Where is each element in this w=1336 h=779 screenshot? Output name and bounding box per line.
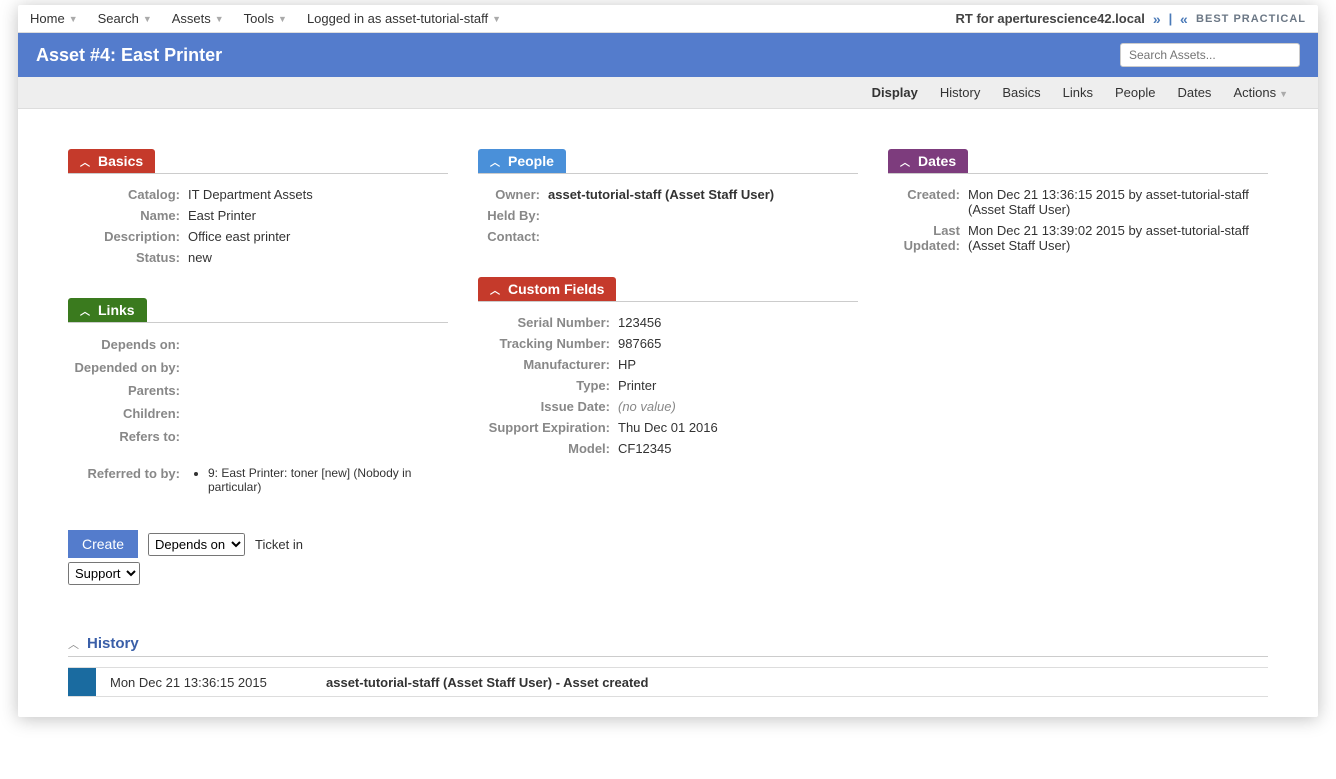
people-header[interactable]: ︿ People — [478, 149, 566, 173]
chevron-up-icon: ︿ — [490, 154, 500, 169]
history-title: History — [87, 635, 139, 652]
people-owner-value: asset-tutorial-staff (Asset Staff User) — [548, 187, 858, 202]
page-title: Asset #4: East Printer — [36, 45, 222, 66]
cf-type-label: Type: — [478, 378, 618, 393]
chevron-up-icon: ︿ — [80, 303, 90, 318]
cf-model-label: Model: — [478, 441, 618, 456]
links-panel: ︿ Links Depends on: Depended on by: Pare… — [68, 298, 448, 585]
double-chevron-icon: » — [1153, 11, 1161, 27]
subnav-actions[interactable]: Actions▼ — [1233, 85, 1288, 100]
referred-item[interactable]: 9: East Printer: toner [new] (Nobody in … — [208, 466, 448, 494]
queue-select[interactable]: Support — [68, 562, 140, 585]
dates-header[interactable]: ︿ Dates — [888, 149, 968, 173]
chevron-up-icon: ︿ — [80, 154, 90, 169]
chevron-down-icon: ▼ — [215, 14, 224, 24]
nav-logged-in[interactable]: Logged in as asset-tutorial-staff▼ — [307, 11, 501, 26]
people-owner-label: Owner: — [478, 187, 548, 202]
links-depends-on-label: Depends on: — [68, 337, 188, 352]
chevron-up-icon: ︿ — [490, 282, 500, 297]
basics-panel: ︿ Basics Catalog:IT Department Assets Na… — [68, 149, 448, 268]
custom-fields-panel: ︿ Custom Fields Serial Number:123456 Tra… — [478, 277, 858, 459]
chevron-down-icon: ▼ — [278, 14, 287, 24]
dates-updated-value: Mon Dec 21 13:39:02 2015 by asset-tutori… — [968, 223, 1268, 253]
basics-description-label: Description: — [68, 229, 188, 244]
basics-status-value: new — [188, 250, 448, 265]
people-panel: ︿ People Owner:asset-tutorial-staff (Ass… — [478, 149, 858, 247]
subnav-links[interactable]: Links — [1063, 85, 1093, 100]
cf-supportexp-value: Thu Dec 01 2016 — [618, 420, 858, 435]
dates-updated-label: Last Updated: — [888, 223, 968, 253]
links-parents-label: Parents: — [68, 383, 188, 398]
cf-manufacturer-label: Manufacturer: — [478, 357, 618, 372]
history-header[interactable]: ︿ History — [68, 635, 1268, 657]
divider-icon: | — [1169, 11, 1173, 26]
cf-tracking-value: 987665 — [618, 336, 858, 351]
top-navigation: Home▼ Search▼ Assets▼ Tools▼ Logged in a… — [18, 5, 1318, 33]
cf-issuedate-value: (no value) — [618, 399, 858, 414]
search-assets-input[interactable] — [1120, 43, 1300, 67]
basics-header[interactable]: ︿ Basics — [68, 149, 155, 173]
cf-tracking-label: Tracking Number: — [478, 336, 618, 351]
people-heldby-value — [548, 208, 858, 223]
dates-created-label: Created: — [888, 187, 968, 217]
nav-search[interactable]: Search▼ — [98, 11, 152, 26]
subnav-people[interactable]: People — [1115, 85, 1155, 100]
links-depended-on-by-label: Depended on by: — [68, 360, 188, 375]
chevron-down-icon: ▼ — [143, 14, 152, 24]
cf-serial-label: Serial Number: — [478, 315, 618, 330]
best-practical-logo: BEST PRACTICAL — [1196, 13, 1306, 25]
sub-navigation: Display History Basics Links People Date… — [18, 77, 1318, 109]
chevron-up-icon: ︿ — [68, 636, 79, 652]
nav-tools[interactable]: Tools▼ — [244, 11, 287, 26]
history-description: asset-tutorial-staff (Asset Staff User) … — [326, 675, 648, 690]
create-button[interactable]: Create — [68, 530, 138, 558]
subnav-display[interactable]: Display — [872, 85, 918, 100]
chevron-down-icon: ▼ — [1279, 89, 1288, 99]
people-heldby-label: Held By: — [478, 208, 548, 223]
links-header[interactable]: ︿ Links — [68, 298, 147, 322]
history-date: Mon Dec 21 13:36:15 2015 — [96, 675, 326, 690]
cf-model-value: CF12345 — [618, 441, 858, 456]
history-color-block — [68, 668, 96, 696]
nav-assets[interactable]: Assets▼ — [172, 11, 224, 26]
links-referred-to-by-label: Referred to by: — [68, 466, 188, 494]
basics-catalog-value: IT Department Assets — [188, 187, 448, 202]
cf-manufacturer-value: HP — [618, 357, 858, 372]
people-contact-value — [548, 229, 858, 244]
subnav-dates[interactable]: Dates — [1177, 85, 1211, 100]
ticket-in-label: Ticket in — [255, 537, 303, 552]
subnav-basics[interactable]: Basics — [1002, 85, 1040, 100]
dates-panel: ︿ Dates Created:Mon Dec 21 13:36:15 2015… — [888, 149, 1268, 256]
chevron-down-icon: ▼ — [69, 14, 78, 24]
history-row[interactable]: Mon Dec 21 13:36:15 2015 asset-tutorial-… — [68, 667, 1268, 697]
basics-description-value: Office east printer — [188, 229, 448, 244]
people-contact-label: Contact: — [478, 229, 548, 244]
basics-name-value: East Printer — [188, 208, 448, 223]
rt-instance-label: RT for aperturescience42.local — [956, 11, 1145, 26]
cf-type-value: Printer — [618, 378, 858, 393]
link-type-select[interactable]: Depends on — [148, 533, 245, 556]
cf-supportexp-label: Support Expiration: — [478, 420, 618, 435]
cf-serial-value: 123456 — [618, 315, 858, 330]
basics-status-label: Status: — [68, 250, 188, 265]
nav-home[interactable]: Home▼ — [30, 11, 78, 26]
title-bar: Asset #4: East Printer — [18, 33, 1318, 77]
dates-created-value: Mon Dec 21 13:36:15 2015 by asset-tutori… — [968, 187, 1268, 217]
cf-issuedate-label: Issue Date: — [478, 399, 618, 414]
basics-name-label: Name: — [68, 208, 188, 223]
links-refers-to-label: Refers to: — [68, 429, 188, 444]
chevron-up-icon: ︿ — [900, 154, 910, 169]
subnav-history[interactable]: History — [940, 85, 980, 100]
basics-catalog-label: Catalog: — [68, 187, 188, 202]
double-chevron-icon: » — [1180, 11, 1188, 27]
custom-fields-header[interactable]: ︿ Custom Fields — [478, 277, 616, 301]
links-children-label: Children: — [68, 406, 188, 421]
chevron-down-icon: ▼ — [492, 14, 501, 24]
